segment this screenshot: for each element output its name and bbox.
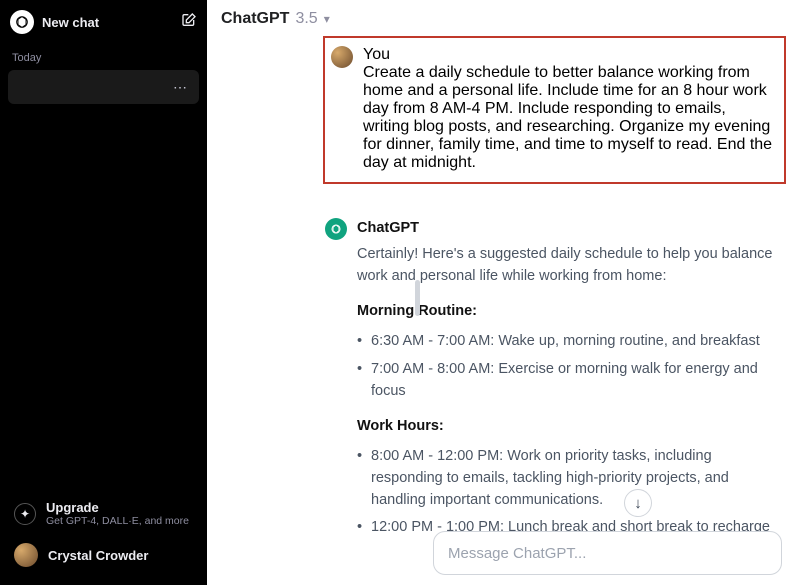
user-avatar-icon bbox=[14, 543, 38, 567]
user-name: Crystal Crowder bbox=[48, 548, 148, 563]
assistant-message: ChatGPT Certainly! Here's a suggested da… bbox=[207, 208, 792, 561]
model-name: ChatGPT bbox=[221, 10, 289, 28]
model-version: 3.5 bbox=[295, 10, 317, 28]
list-item: 7:00 AM - 8:00 AM: Exercise or morning w… bbox=[357, 359, 774, 403]
conversation: You Create a daily schedule to better ba… bbox=[207, 36, 800, 585]
upgrade-subtitle: Get GPT-4, DALL·E, and more bbox=[46, 515, 189, 527]
message-composer[interactable] bbox=[433, 531, 782, 575]
upgrade-button[interactable]: ✦ Upgrade Get GPT-4, DALL·E, and more bbox=[8, 492, 199, 535]
section-heading: Work Hours: bbox=[357, 416, 774, 438]
openai-logo-icon bbox=[10, 10, 34, 34]
sidebar: New chat Today ⋯ ✦ Upgrade Get GPT-4, DA… bbox=[0, 0, 207, 585]
compose-icon[interactable] bbox=[181, 12, 197, 33]
message-input[interactable] bbox=[448, 545, 767, 562]
sender-label: You bbox=[363, 46, 776, 64]
user-message-text: Create a daily schedule to better balanc… bbox=[363, 64, 776, 172]
arrow-down-icon: ↓ bbox=[634, 495, 642, 512]
bullet-list: 6:30 AM - 7:00 AM: Wake up, morning rout… bbox=[357, 331, 774, 402]
list-item: 6:30 AM - 7:00 AM: Wake up, morning rout… bbox=[357, 331, 774, 353]
scrollbar-thumb[interactable] bbox=[415, 280, 420, 316]
chevron-down-icon: ▾ bbox=[324, 12, 330, 26]
assistant-avatar-icon bbox=[325, 218, 347, 240]
sender-label: ChatGPT bbox=[357, 218, 774, 240]
history-today-label: Today bbox=[0, 42, 207, 70]
main-panel: ChatGPT 3.5 ▾ You Create a daily schedul… bbox=[207, 0, 800, 585]
sparkle-icon: ✦ bbox=[14, 503, 36, 525]
new-chat-label: New chat bbox=[42, 15, 181, 30]
account-menu[interactable]: Crystal Crowder bbox=[8, 535, 199, 575]
upgrade-title: Upgrade bbox=[46, 500, 189, 515]
more-icon[interactable]: ⋯ bbox=[173, 79, 189, 96]
model-picker[interactable]: ChatGPT 3.5 ▾ bbox=[207, 0, 800, 36]
list-item: 8:00 AM - 12:00 PM: Work on priority tas… bbox=[357, 446, 774, 511]
history-item[interactable]: ⋯ bbox=[8, 70, 199, 104]
bullet-list: 8:00 AM - 12:00 PM: Work on priority tas… bbox=[357, 446, 774, 539]
user-message: You Create a daily schedule to better ba… bbox=[323, 36, 786, 184]
scroll-to-bottom-button[interactable]: ↓ bbox=[624, 489, 652, 517]
new-chat-row[interactable]: New chat bbox=[0, 0, 207, 42]
